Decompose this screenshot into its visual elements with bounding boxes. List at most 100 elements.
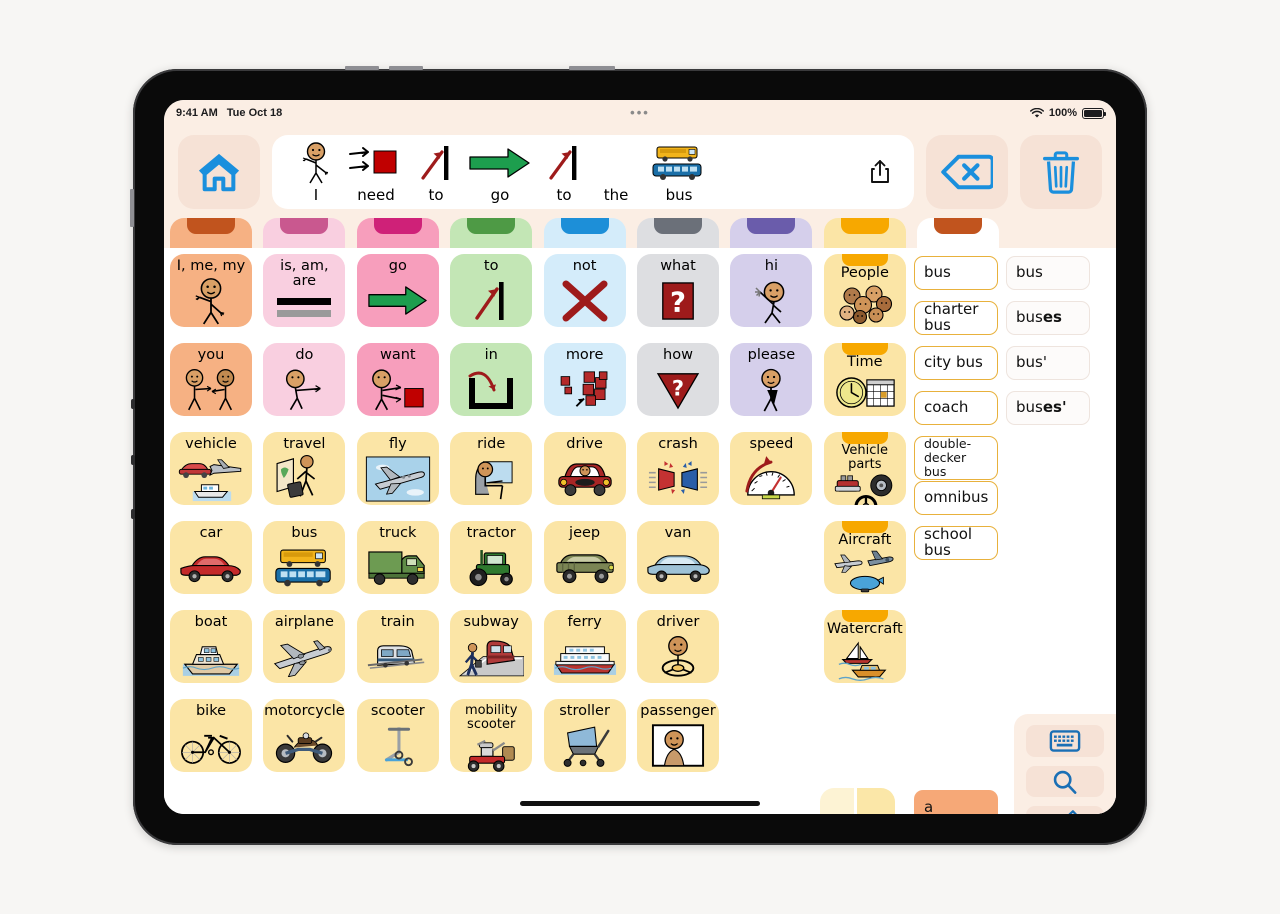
- grid-cell-airplane[interactable]: airplane: [263, 610, 346, 683]
- sentence-word-4[interactable]: to: [538, 140, 590, 204]
- grid-cell-crash[interactable]: crash: [637, 432, 719, 505]
- grid-cell-not[interactable]: not: [543, 254, 626, 327]
- previous-page-button[interactable]: ←: [820, 788, 854, 814]
- prediction-phrase-label: double-decker bus: [924, 436, 972, 479]
- ferry-ship-icon: [544, 630, 626, 683]
- grid-cell-driver[interactable]: driver: [637, 610, 719, 683]
- grid-cell-more[interactable]: more: [543, 343, 626, 416]
- grid-cell-to[interactable]: to: [450, 254, 533, 327]
- grid-cell-what[interactable]: what ?: [637, 254, 719, 327]
- power-button[interactable]: [569, 66, 615, 70]
- function-word-label: a: [924, 797, 934, 815]
- person-driving-car-icon: [544, 452, 626, 505]
- grid-cell-car[interactable]: car: [170, 521, 252, 594]
- grid-cell-subway[interactable]: subway: [450, 610, 533, 683]
- tab-notch: [280, 218, 329, 234]
- grid-cell-bus[interactable]: bus: [263, 521, 346, 594]
- grid-cell-fly[interactable]: fly: [356, 432, 439, 505]
- edit-button[interactable]: [1026, 806, 1104, 814]
- grid-cell-speed[interactable]: speed: [730, 432, 813, 505]
- grid-cell-watercraft[interactable]: Watercraft: [823, 610, 906, 683]
- grid-cell-vehicle-parts[interactable]: Vehicle parts: [823, 432, 906, 505]
- prediction-phrase[interactable]: city bus: [914, 346, 998, 380]
- grid-cell-train[interactable]: train: [356, 610, 439, 683]
- prediction-inflection[interactable]: bus': [1006, 346, 1090, 380]
- trash-icon: [1043, 151, 1079, 194]
- prediction-inflection-label: bus': [1016, 353, 1047, 372]
- arrow-into-container-icon: [450, 363, 532, 416]
- prediction-inflection[interactable]: buses': [1006, 391, 1090, 425]
- grid-cell-van[interactable]: van: [637, 521, 719, 594]
- red-arrow-to-line-icon: [546, 143, 582, 183]
- sentence-word-2[interactable]: to: [410, 140, 462, 204]
- grid-cell-drive[interactable]: drive: [543, 432, 626, 505]
- volume-up-button[interactable]: [345, 66, 379, 70]
- grid-cell-aircraft[interactable]: Aircraft: [823, 521, 906, 594]
- grid-cell-passenger[interactable]: passenger: [637, 699, 719, 772]
- grid-cell-vehicle[interactable]: vehicle: [170, 432, 252, 505]
- volume-down-button[interactable]: [389, 66, 423, 70]
- next-page-button[interactable]: →: [857, 788, 895, 814]
- grid-cell-ride[interactable]: ride: [450, 432, 533, 505]
- sentence-bar[interactable]: I need to go to the bus: [272, 135, 914, 209]
- grid-cell-i-me-my[interactable]: I, me, my: [170, 254, 252, 327]
- prediction-phrase[interactable]: bus: [914, 256, 998, 290]
- grid-cell-hi[interactable]: hi: [730, 254, 813, 327]
- grid-cell-stroller[interactable]: stroller: [543, 699, 626, 772]
- delete-button[interactable]: [1020, 135, 1102, 209]
- grid-cell-ferry[interactable]: ferry: [543, 610, 626, 683]
- home-indicator[interactable]: [520, 801, 760, 806]
- prediction-phrase[interactable]: coach: [914, 391, 998, 425]
- grid-cell-in[interactable]: in: [450, 343, 533, 416]
- equals-sign-icon: [263, 289, 345, 327]
- grid-cell-how[interactable]: how ?: [637, 343, 719, 416]
- keyboard-button[interactable]: [1026, 725, 1104, 757]
- grid-cell-travel[interactable]: travel: [263, 432, 346, 505]
- grid-cell-do[interactable]: do: [263, 343, 346, 416]
- grid-cell-truck[interactable]: truck: [356, 521, 439, 594]
- sentence-word-6[interactable]: bus: [642, 140, 716, 204]
- prediction-phrase-label: charter bus: [924, 300, 979, 334]
- search-button[interactable]: [1026, 765, 1104, 798]
- red-triangle-question-icon: ?: [637, 363, 719, 416]
- share-button[interactable]: [860, 152, 900, 192]
- prediction-phrase-label: city bus: [924, 353, 983, 372]
- two-people-pointing-icon: [170, 363, 252, 416]
- prediction-phrase[interactable]: charter bus: [914, 301, 998, 335]
- backspace-button[interactable]: [926, 135, 1008, 209]
- prediction-phrase[interactable]: double-decker bus: [914, 436, 998, 480]
- grid-cell-time[interactable]: Time: [823, 343, 906, 416]
- sentence-word-0[interactable]: I: [290, 140, 342, 204]
- sailboat-and-speedboat-icon: [824, 637, 906, 683]
- grid-cell-go[interactable]: go: [356, 254, 439, 327]
- multitasking-dots-icon[interactable]: •••: [630, 106, 650, 119]
- grid-cell-tractor[interactable]: tractor: [450, 521, 533, 594]
- person-in-window-icon: [637, 719, 719, 772]
- sentence-word-3[interactable]: go: [462, 140, 538, 204]
- grid-cell-mobility-scooter[interactable]: mobility scooter: [450, 699, 533, 772]
- sentence-word-1[interactable]: need: [342, 140, 410, 204]
- smart-connector: [130, 189, 134, 227]
- grid-cell-label: go: [388, 258, 407, 274]
- grid-cell-is-am-are[interactable]: is, am, are: [263, 254, 346, 327]
- prediction-phrase[interactable]: omnibus: [914, 481, 998, 515]
- function-word-a[interactable]: a: [914, 790, 998, 814]
- prediction-inflection[interactable]: bus: [1006, 256, 1090, 290]
- two-cars-colliding-icon: [637, 452, 719, 505]
- grid-cell-boat[interactable]: boat: [170, 610, 252, 683]
- grid-cell-please[interactable]: please: [730, 343, 813, 416]
- grid-cell-jeep[interactable]: jeep: [543, 521, 626, 594]
- grid-cell-people[interactable]: People: [823, 254, 906, 327]
- grid-cell-scooter[interactable]: scooter: [356, 699, 439, 772]
- home-button[interactable]: [178, 135, 260, 209]
- grid-cell-bike[interactable]: bike: [170, 699, 252, 772]
- grid-cell-motorcycle[interactable]: motorcycle: [263, 699, 346, 772]
- grid-cell-want[interactable]: want: [356, 343, 439, 416]
- grid-cell-label: vehicle: [185, 436, 237, 452]
- prediction-phrase[interactable]: school bus: [914, 526, 998, 560]
- grid-cell-you[interactable]: you: [170, 343, 252, 416]
- prediction-phrase-label: school bus: [924, 525, 973, 559]
- sentence-word-5[interactable]: the: [590, 140, 642, 204]
- prediction-inflection[interactable]: buses: [1006, 301, 1090, 335]
- baby-stroller-icon: [544, 719, 626, 772]
